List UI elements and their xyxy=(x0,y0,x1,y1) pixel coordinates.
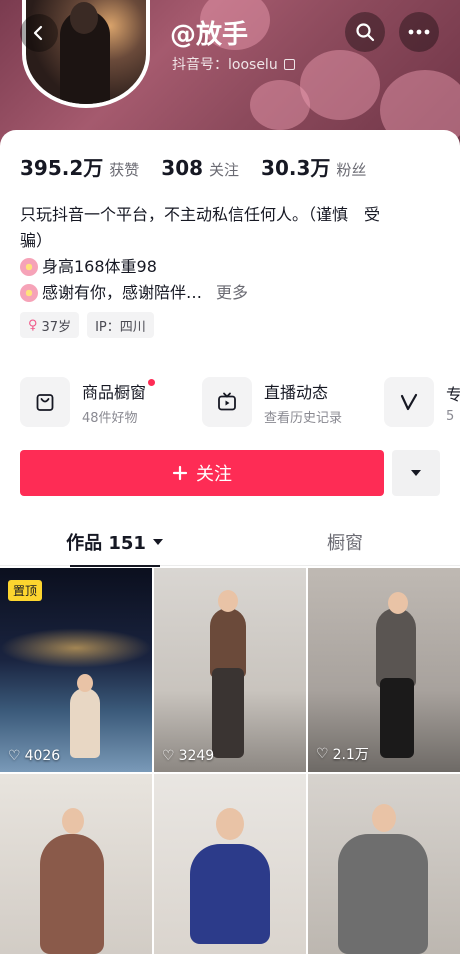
video-likes: ♡ 3249 xyxy=(162,748,214,764)
shopping-bag-icon xyxy=(20,377,70,427)
search-icon xyxy=(356,23,375,42)
back-button[interactable] xyxy=(20,14,58,52)
video-grid: 置顶 ♡ 4026 ♡ 3249 ♡ 2.1万 xyxy=(0,568,460,954)
pinned-badge: 置顶 xyxy=(8,580,43,601)
thumbnail-figure-head xyxy=(372,804,396,832)
active-tab-indicator xyxy=(70,565,160,567)
shortcut-live[interactable]: 直播动态 查看历史记录 xyxy=(202,374,384,430)
video-thumbnail[interactable]: ♡ 2.1万 xyxy=(308,568,460,772)
thumbnail-figure xyxy=(338,834,428,954)
thumbnail-figure-head xyxy=(388,592,408,614)
stat-value: 30.3万 xyxy=(261,156,331,180)
tv-icon xyxy=(202,377,252,427)
video-thumbnail[interactable] xyxy=(308,774,460,954)
likes-count: 4026 xyxy=(24,748,61,764)
stat-likes[interactable]: 395.2万 获赞 xyxy=(20,152,139,181)
bio-line: 只玩抖音一个平台，不主动私信任何人。（谨慎 受 xyxy=(20,205,381,224)
shortcut-subtitle: 查看历史记录 xyxy=(264,410,343,426)
stat-value: 308 xyxy=(161,156,204,180)
female-icon: ♀ xyxy=(28,317,38,333)
tab-showcase[interactable]: 橱窗 xyxy=(230,518,460,566)
follow-button[interactable]: 关注 xyxy=(20,450,384,496)
profile-tags: ♀ 37岁 IP：四川 xyxy=(20,312,154,338)
tab-label: 作品 151 xyxy=(66,533,146,554)
heart-icon: ♡ xyxy=(162,748,175,764)
bio-text: 感谢有你，感谢陪伴… xyxy=(42,283,203,302)
bio-line: 感谢有你，感谢陪伴… 更多 xyxy=(20,280,440,306)
shortcut-showcase[interactable]: 商品橱窗 48件好物 xyxy=(20,374,202,430)
v-icon xyxy=(384,377,434,427)
shortcut-title: 直播动态 xyxy=(264,382,329,402)
more-options-button[interactable] xyxy=(399,12,439,52)
thumbnail-figure xyxy=(376,608,416,688)
search-button[interactable] xyxy=(345,12,385,52)
video-thumbnail[interactable] xyxy=(0,774,152,954)
caret-down-icon xyxy=(152,539,163,545)
heart-icon: ♡ xyxy=(316,746,329,762)
caret-down-icon xyxy=(411,470,421,476)
profile-card: 395.2万 获赞 308 关注 30.3万 粉丝 只玩抖音一个平台，不主动私信… xyxy=(0,130,460,954)
flower-icon xyxy=(20,284,38,302)
thumbnail-figure xyxy=(40,834,104,954)
banner-decoration xyxy=(300,50,380,120)
bio-more-link[interactable]: 更多 xyxy=(216,280,248,306)
bio-line: 身高168体重98 xyxy=(20,254,440,280)
thumbnail-figure-head xyxy=(62,808,84,834)
thumbnail-figure-head xyxy=(218,590,238,612)
copy-icon[interactable] xyxy=(283,58,295,70)
video-thumbnail[interactable]: 置顶 ♡ 4026 xyxy=(0,568,152,772)
shortcut-title: 商品橱窗 xyxy=(82,382,147,402)
thumbnail-lights xyxy=(0,628,152,668)
more-dots-icon xyxy=(408,29,430,35)
tab-label: 橱窗 xyxy=(327,533,363,554)
shortcut-title: 专 xyxy=(446,384,460,404)
thumbnail-figure xyxy=(70,688,100,758)
thumbnail-figure-legs xyxy=(380,678,414,758)
bio: 只玩抖音一个平台，不主动私信任何人。（谨慎 受 骗） 身高168体重98 感谢有… xyxy=(20,202,440,306)
likes-count: 2.1万 xyxy=(332,747,369,763)
nickname: @放手 xyxy=(170,20,249,50)
notification-dot xyxy=(148,378,156,386)
avatar-figure-head xyxy=(70,2,98,34)
ip-text: IP：四川 xyxy=(95,319,146,335)
douyin-id[interactable]: 抖音号：looselu xyxy=(172,54,295,74)
video-thumbnail[interactable] xyxy=(154,774,306,954)
heart-icon: ♡ xyxy=(8,748,21,764)
stat-label: 粉丝 xyxy=(336,161,367,179)
douyin-id-text: 抖音号：looselu xyxy=(172,57,278,73)
tab-works[interactable]: 作品 151 xyxy=(0,518,230,567)
banner-decoration xyxy=(250,80,310,130)
thumbnail-figure-head xyxy=(77,674,93,692)
plus-icon xyxy=(172,465,188,481)
bio-line: 骗） xyxy=(20,231,53,250)
video-likes: ♡ 2.1万 xyxy=(316,744,369,764)
shortcut-row: 商品橱窗 48件好物 直播动态 查看历史记录 专 5 xyxy=(20,374,460,430)
stat-followers[interactable]: 30.3万 粉丝 xyxy=(261,152,366,181)
thumbnail-figure xyxy=(190,844,270,944)
chevron-left-icon xyxy=(33,25,43,41)
shortcut-third[interactable]: 专 5 xyxy=(384,374,460,430)
video-thumbnail[interactable]: ♡ 3249 xyxy=(154,568,306,772)
likes-count: 3249 xyxy=(178,748,215,764)
recommend-dropdown-button[interactable] xyxy=(392,450,440,496)
stat-label: 关注 xyxy=(209,161,240,179)
stats-row: 395.2万 获赞 308 关注 30.3万 粉丝 xyxy=(20,152,366,181)
follow-label: 关注 xyxy=(196,464,232,485)
age-text: 37岁 xyxy=(41,319,72,335)
flower-icon xyxy=(20,258,38,276)
stat-following[interactable]: 308 关注 xyxy=(161,156,239,180)
thumbnail-figure-head xyxy=(216,808,244,840)
shortcut-subtitle: 5 xyxy=(446,408,455,424)
stat-value: 395.2万 xyxy=(20,156,104,180)
shortcut-subtitle: 48件好物 xyxy=(82,410,138,426)
stat-label: 获赞 xyxy=(109,161,140,179)
thumbnail-figure-legs xyxy=(212,668,244,758)
age-tag: ♀ 37岁 xyxy=(20,312,80,338)
bio-text: 身高168体重98 xyxy=(42,257,157,276)
ip-tag: IP：四川 xyxy=(87,312,154,338)
video-likes: ♡ 4026 xyxy=(8,748,60,764)
content-tabs: 作品 151 橱窗 xyxy=(0,518,460,567)
